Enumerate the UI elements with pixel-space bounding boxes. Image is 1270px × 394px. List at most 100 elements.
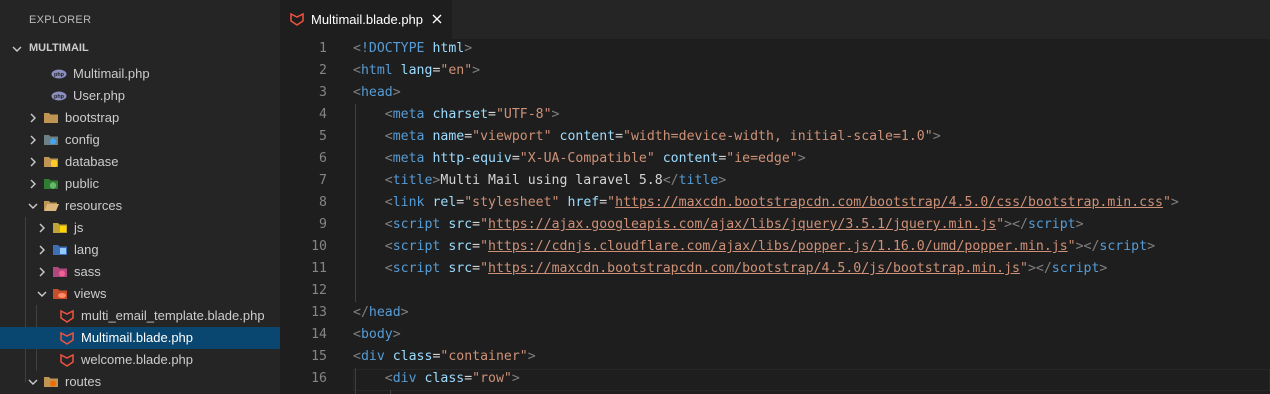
tree-item-multimail-blade[interactable]: Multimail.blade.php bbox=[0, 327, 280, 349]
code-token: ></ bbox=[1027, 261, 1052, 276]
line-number: 1 bbox=[319, 41, 327, 56]
code-token: > bbox=[932, 129, 941, 144]
code-token: meta bbox=[392, 129, 425, 144]
code-token: = bbox=[511, 151, 520, 166]
code-token: > bbox=[464, 41, 473, 56]
explorer-title: EXPLORER bbox=[29, 14, 92, 26]
indent-guide bbox=[355, 104, 356, 302]
code-token: > bbox=[551, 107, 560, 122]
code-token: !DOCTYPE bbox=[360, 41, 425, 56]
tree-item-user-php[interactable]: php User.php bbox=[0, 85, 280, 107]
php-file-icon: php bbox=[51, 91, 67, 101]
tree-item-multimail-php[interactable]: php Multimail.php bbox=[0, 63, 280, 85]
code-token: > bbox=[1170, 195, 1179, 210]
line-number: 12 bbox=[311, 283, 327, 298]
code-token: " bbox=[1020, 261, 1028, 276]
code-line[interactable]: <title>Multi Mail using laravel 5.8</tit… bbox=[353, 170, 726, 192]
code-token: https://maxcdn.bootstrapcdn.com/bootstra… bbox=[488, 261, 1020, 276]
code-token: src bbox=[448, 261, 473, 276]
tree-item-routes[interactable]: routes bbox=[0, 371, 280, 393]
tab-multimail-blade[interactable]: Multimail.blade.php bbox=[280, 0, 452, 39]
code-token: https://cdnjs.cloudflare.com/ajax/libs/p… bbox=[488, 239, 1068, 254]
code-token: = bbox=[488, 107, 496, 122]
code-token: = bbox=[472, 217, 481, 232]
folder-open-icon bbox=[44, 201, 59, 211]
code-token: title bbox=[392, 173, 433, 188]
explorer-sidebar: EXPLORER MULTIMAIL php Multimail.php php… bbox=[0, 0, 280, 394]
code-token: https://maxcdn.bootstrapcdn.com/bootstra… bbox=[615, 195, 1163, 210]
tree-item-public[interactable]: public bbox=[0, 173, 280, 195]
tree-item-lang[interactable]: lang bbox=[0, 239, 280, 261]
close-icon[interactable] bbox=[431, 13, 443, 25]
chevron-right-icon bbox=[30, 157, 36, 167]
code-line[interactable]: <!DOCTYPE html> bbox=[353, 38, 472, 60]
code-line[interactable]: <script src="https://ajax.googleapis.com… bbox=[353, 214, 1084, 236]
code-line[interactable]: <div class="container"> bbox=[353, 346, 536, 368]
folder-icon bbox=[44, 113, 58, 123]
code-line[interactable]: <link rel="stylesheet" href="https://max… bbox=[353, 192, 1179, 214]
code-line[interactable]: <body> bbox=[353, 324, 401, 346]
code-token: > bbox=[511, 371, 520, 386]
code-line[interactable]: <script src="https://cdnjs.cloudflare.co… bbox=[353, 236, 1155, 258]
code-token: ></ bbox=[1075, 239, 1100, 254]
line-number: 5 bbox=[319, 129, 327, 144]
tree-item-js[interactable]: js bbox=[0, 217, 280, 239]
code-token: < bbox=[384, 151, 393, 166]
code-token: "stylesheet" bbox=[464, 195, 560, 210]
tree-item-bootstrap[interactable]: bootstrap bbox=[0, 107, 280, 129]
tree-item-label: views bbox=[74, 286, 107, 301]
blade-file-icon bbox=[290, 12, 304, 26]
line-number: 13 bbox=[311, 305, 327, 320]
tree-item-multi-email-template[interactable]: multi_email_template.blade.php bbox=[0, 305, 280, 327]
tree-item-label: public bbox=[65, 176, 99, 191]
code-line[interactable]: <html lang="en"> bbox=[353, 60, 480, 82]
code-line[interactable]: <meta name="viewport" content="width=dev… bbox=[353, 126, 941, 148]
code-token: ></ bbox=[1004, 217, 1028, 232]
code-line[interactable]: </head> bbox=[353, 302, 409, 324]
code-token: html bbox=[432, 41, 465, 56]
code-token: Multi Mail using laravel 5.8 bbox=[440, 173, 663, 188]
code-token: > bbox=[797, 151, 806, 166]
chevron-down-icon bbox=[28, 203, 38, 209]
line-number: 4 bbox=[319, 107, 327, 122]
code-token: </ bbox=[353, 305, 369, 320]
tree-item-label: Multimail.php bbox=[73, 66, 150, 81]
tree-item-database[interactable]: database bbox=[0, 151, 280, 173]
tree-item-label: resources bbox=[65, 198, 123, 213]
tree-item-resources[interactable]: resources bbox=[0, 195, 280, 217]
code-line[interactable]: <div class="row"> bbox=[353, 368, 520, 390]
code-token: < bbox=[384, 195, 393, 210]
chevron-right-icon bbox=[39, 267, 45, 277]
php-file-icon: php bbox=[51, 69, 67, 79]
code-token: script bbox=[1099, 239, 1148, 254]
line-number: 11 bbox=[311, 261, 327, 276]
tree-item-label: lang bbox=[74, 242, 99, 257]
lang-folder-icon bbox=[53, 245, 67, 255]
svg-text:php: php bbox=[54, 72, 65, 78]
tree-item-label: Multimail.blade.php bbox=[81, 330, 194, 345]
tree-item-config[interactable]: config bbox=[0, 129, 280, 151]
code-token: "en" bbox=[440, 63, 473, 78]
code-line[interactable]: <meta http-equiv="X-UA-Compatible" conte… bbox=[353, 148, 806, 170]
tree-item-welcome-blade[interactable]: welcome.blade.php bbox=[0, 349, 280, 371]
section-header-multimail[interactable]: MULTIMAIL bbox=[0, 38, 280, 60]
code-token: href bbox=[567, 195, 600, 210]
code-token: < bbox=[384, 107, 393, 122]
code-line[interactable]: <meta charset="UTF-8"> bbox=[353, 104, 560, 126]
code-token: html bbox=[360, 63, 393, 78]
code-token: = bbox=[464, 371, 473, 386]
tree-item-label: routes bbox=[65, 374, 102, 389]
code-token: script bbox=[392, 217, 441, 232]
code-editor[interactable]: 1 2 3 4 5 6 7 8 9 10 11 12 13 14 15 16 <!DOCTYPE html> <… bbox=[280, 39, 1270, 394]
code-token: " bbox=[607, 195, 616, 210]
tree-item-views[interactable]: views bbox=[0, 283, 280, 305]
indent-guide bbox=[355, 368, 356, 394]
code-line[interactable]: <head> bbox=[353, 82, 401, 104]
line-number: 14 bbox=[311, 327, 327, 342]
tree-item-sass[interactable]: sass bbox=[0, 261, 280, 283]
code-line[interactable]: <script src="https://maxcdn.bootstrapcdn… bbox=[353, 258, 1108, 280]
code-token: < bbox=[353, 63, 361, 78]
